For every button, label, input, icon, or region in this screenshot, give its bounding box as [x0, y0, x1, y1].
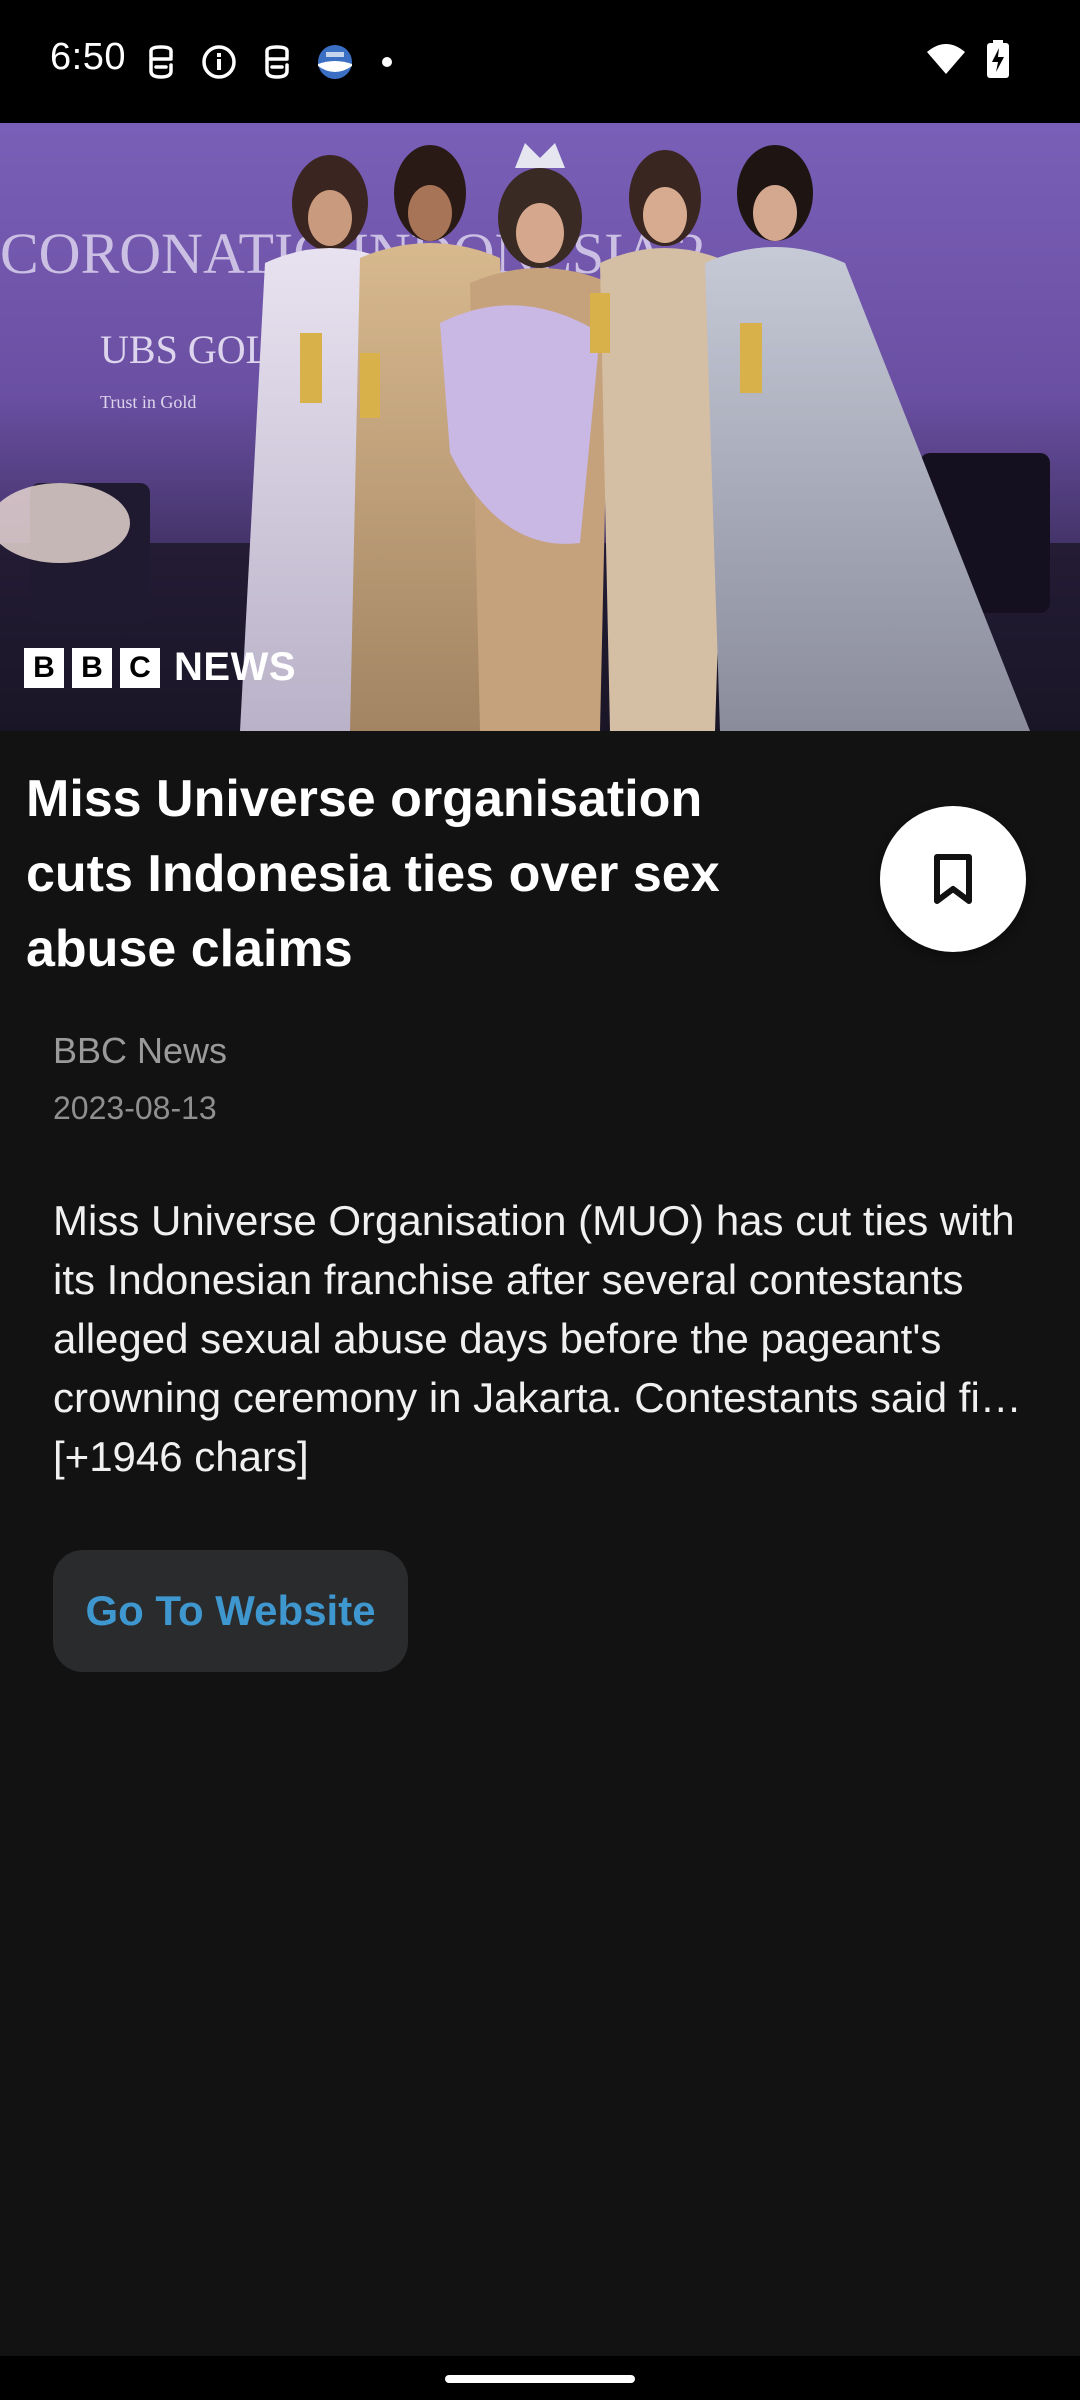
bbc-logo-block: C: [120, 647, 160, 688]
article-headline: Miss Universe organisation cuts Indonesi…: [26, 770, 720, 978]
notification-icon: [258, 43, 296, 81]
dot-icon: [382, 57, 392, 67]
status-bar: 6:50: [0, 0, 1080, 123]
bbc-logo-word: NEWS: [174, 645, 296, 689]
status-icons-left: [142, 42, 392, 82]
battery-charging-icon: [986, 40, 1010, 83]
home-gesture-handle[interactable]: [445, 2375, 635, 2383]
notification-icon: [142, 43, 180, 81]
article-date: 2023-08-13: [53, 1090, 217, 1126]
article-source: BBC News: [53, 1030, 228, 1071]
bbc-logo-block: B: [24, 647, 64, 688]
article-body: Miss Universe Organisation (MUO) has cut…: [53, 1197, 1022, 1480]
go-to-website-button[interactable]: Go To Website: [53, 1550, 408, 1672]
bbc-logo-block: B: [72, 647, 112, 688]
bookmark-icon: [934, 854, 972, 904]
app-globe-icon: [316, 43, 354, 81]
status-time: 6:50: [50, 36, 126, 78]
hero-photo: CORONATIO INDONESIA 2 UBS GOLD Trust in …: [0, 123, 1080, 731]
bookmark-button[interactable]: [880, 806, 1026, 952]
hero-image: CORONATIO INDONESIA 2 UBS GOLD Trust in …: [0, 123, 1080, 731]
status-icons-right: [926, 40, 1010, 83]
bbc-news-logo: B B C NEWS: [24, 645, 296, 690]
wifi-icon: [926, 42, 966, 81]
sponsor-tagline: Trust in Gold: [100, 392, 196, 412]
info-icon: [200, 43, 238, 81]
